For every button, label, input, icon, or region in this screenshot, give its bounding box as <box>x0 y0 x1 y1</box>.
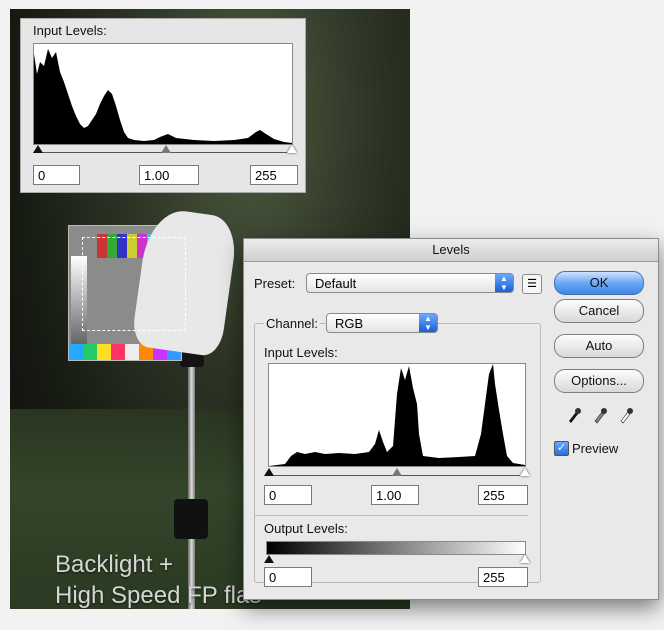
inset-black-input[interactable]: 0 <box>33 165 80 185</box>
select-arrows-icon: ▲ ▼ <box>495 274 513 292</box>
preview-label: Preview <box>572 441 619 456</box>
preview-checkbox[interactable]: ✓ <box>554 441 569 456</box>
inset-histogram <box>33 43 293 145</box>
input-black-point-slider[interactable] <box>264 468 274 476</box>
gray-eyedropper-icon[interactable] <box>592 406 608 428</box>
channel-value: RGB <box>335 316 364 331</box>
output-levels-label: Output Levels: <box>264 521 348 536</box>
levels-divider <box>254 515 528 516</box>
input-gamma-field[interactable]: 1.00 <box>371 485 419 505</box>
dialog-title: Levels <box>244 239 658 262</box>
input-levels-label: Input Levels: <box>264 345 338 360</box>
output-black-slider[interactable] <box>264 555 274 563</box>
cancel-button[interactable]: Cancel <box>554 299 644 323</box>
select-arrows-icon: ▲ ▼ <box>419 314 437 332</box>
input-white-field[interactable]: 255 <box>478 485 528 505</box>
channel-label: Channel: <box>264 316 321 331</box>
caption-line-2: High Speed FP flas <box>55 582 262 609</box>
levels-dialog: Levels Preset: Default ▲ ▼ ☰ Channel: RGB… <box>243 238 659 600</box>
inset-title: Input Levels: <box>33 23 107 38</box>
stand-clamp <box>174 499 208 539</box>
output-white-slider[interactable] <box>520 555 530 563</box>
channel-select[interactable]: RGB ▲ ▼ <box>326 313 438 333</box>
dialog-histogram <box>268 363 526 467</box>
black-eyedropper-icon[interactable] <box>566 406 582 428</box>
inset-gamma-slider[interactable] <box>161 145 171 153</box>
preset-select[interactable]: Default ▲ ▼ <box>306 273 514 293</box>
output-gradient-bar <box>266 541 526 555</box>
inset-white-point-slider[interactable] <box>287 145 297 153</box>
preset-value: Default <box>315 276 357 291</box>
input-black-field[interactable]: 0 <box>264 485 312 505</box>
inset-white-input[interactable]: 255 <box>250 165 298 185</box>
preset-label: Preset: <box>254 276 296 291</box>
caption-line-1: Backlight + <box>55 551 174 578</box>
inset-gamma-input[interactable]: 1.00 <box>139 165 199 185</box>
inset-input-levels-panel: Input Levels: 0 1.00 255 <box>20 18 306 193</box>
input-gamma-slider[interactable] <box>392 468 402 476</box>
white-eyedropper-icon[interactable] <box>618 406 634 428</box>
marquee-selection <box>82 237 186 331</box>
input-white-point-slider[interactable] <box>520 468 530 476</box>
list-menu-icon[interactable]: ☰ <box>522 274 542 294</box>
ok-button[interactable]: OK <box>554 271 644 295</box>
photo-caption: Backlight + High Speed FP flas <box>55 549 261 609</box>
output-white-field[interactable]: 255 <box>478 567 528 587</box>
auto-button[interactable]: Auto <box>554 334 644 358</box>
inset-black-point-slider[interactable] <box>33 145 43 153</box>
output-black-field[interactable]: 0 <box>264 567 312 587</box>
options-button[interactable]: Options... <box>554 369 644 393</box>
